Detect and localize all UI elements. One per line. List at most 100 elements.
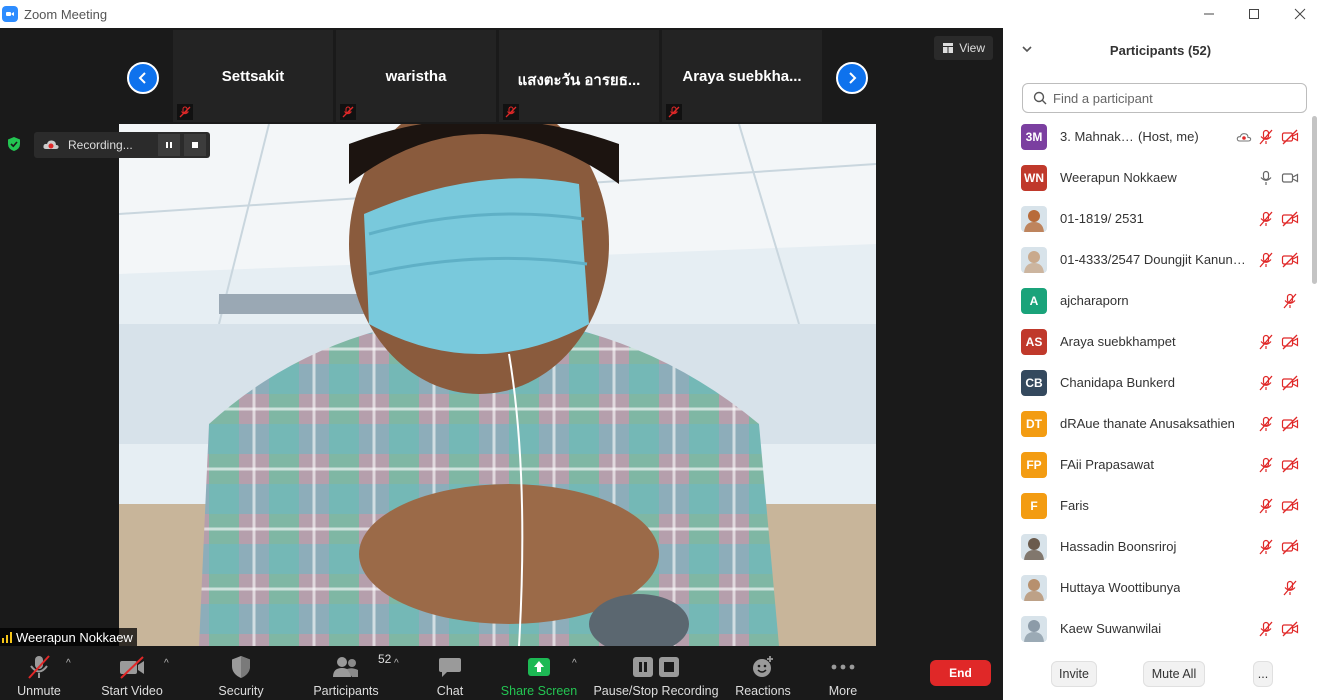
gallery-strip: Settsakit waristha แสงตะวัน อารยธ... Ara… xyxy=(0,28,1003,124)
share-options-caret-icon[interactable]: ^ xyxy=(572,658,577,669)
video-off-icon xyxy=(1281,128,1299,146)
participant-row[interactable]: 01-4333/2547 Doungjit Kanung... xyxy=(1003,239,1313,280)
mic-muted-icon xyxy=(666,104,682,120)
mic-muted-icon[interactable] xyxy=(1257,128,1275,146)
video-options-caret-icon[interactable]: ^ xyxy=(164,658,169,669)
participant-row[interactable]: F Faris xyxy=(1003,485,1313,526)
mic-muted-icon[interactable] xyxy=(1257,374,1275,392)
share-screen-label: Share Screen xyxy=(500,684,578,698)
avatar xyxy=(1021,246,1047,273)
security-label: Security xyxy=(218,684,264,698)
participants-panel-header: Participants (52) xyxy=(1003,28,1318,72)
zoom-window: Zoom Meeting Settsakit waristha แสงตะวัน… xyxy=(0,0,1318,700)
participant-row[interactable]: Kaew Suwanwilai xyxy=(1003,608,1313,646)
participant-name: Faris xyxy=(1060,498,1089,513)
mic-muted-icon[interactable] xyxy=(1257,251,1275,269)
gallery-tile[interactable]: waristha xyxy=(336,30,496,122)
more-button[interactable]: More xyxy=(822,650,864,698)
mic-muted-icon[interactable] xyxy=(1257,497,1275,515)
search-icon xyxy=(1033,91,1047,105)
participant-row[interactable]: WN Weerapun Nokkaew xyxy=(1003,157,1313,198)
mic-muted-icon xyxy=(503,104,519,120)
reactions-button[interactable]: Reactions xyxy=(734,650,792,698)
maximize-button[interactable] xyxy=(1231,0,1277,28)
participant-row[interactable]: Aajcharaporn xyxy=(1003,280,1313,321)
stop-recording-button[interactable] xyxy=(184,134,206,156)
gallery-next-button[interactable] xyxy=(836,62,868,94)
gallery-tile[interactable]: แสงตะวัน อารยธ... xyxy=(499,30,659,122)
avatar: AS xyxy=(1021,328,1047,355)
security-shield-icon xyxy=(230,654,252,680)
mic-muted-icon[interactable] xyxy=(1257,210,1275,228)
chat-button[interactable]: Chat xyxy=(428,650,472,698)
participant-name: ajcharaporn xyxy=(1060,293,1129,308)
mic-muted-icon[interactable] xyxy=(1281,579,1299,597)
participant-list: 3M 3. Mahnakorn U...(Host, me) WN Weerapun … xyxy=(1003,116,1313,646)
participant-row[interactable]: FP FAii Prapasawat xyxy=(1003,444,1313,485)
participant-name: Kaew Suwanwilai xyxy=(1060,621,1162,636)
pause-recording-button[interactable] xyxy=(158,134,180,156)
video-off-icon xyxy=(1281,538,1299,556)
avatar xyxy=(1021,574,1047,601)
recording-indicator: Recording... xyxy=(34,132,210,158)
chevron-left-icon xyxy=(138,72,146,84)
pause-stop-recording-button[interactable]: Pause/Stop Recording xyxy=(593,650,719,698)
mic-muted-icon[interactable] xyxy=(1257,538,1275,556)
encryption-shield-icon[interactable] xyxy=(6,136,22,152)
invite-button[interactable]: Invite xyxy=(1051,661,1097,687)
tile-name: แสงตะวัน อารยธ... xyxy=(517,72,641,89)
avatar: WN xyxy=(1021,164,1047,191)
participant-row[interactable]: 3M 3. Mahnakorn U...(Host, me) xyxy=(1003,116,1313,157)
share-screen-button[interactable]: Share Screen xyxy=(500,650,578,698)
participants-options-caret-icon[interactable]: ^ xyxy=(394,658,399,669)
mute-all-button[interactable]: Mute All xyxy=(1143,661,1205,687)
audio-options-caret-icon[interactable]: ^ xyxy=(66,658,71,669)
mic-muted-icon[interactable] xyxy=(1257,456,1275,474)
chevron-down-icon[interactable] xyxy=(1021,44,1033,54)
avatar: FP xyxy=(1021,451,1047,478)
view-button[interactable]: View xyxy=(934,36,993,60)
gallery-tile[interactable]: Araya suebkha... xyxy=(662,30,822,122)
mic-muted-icon[interactable] xyxy=(1281,292,1299,310)
mic-muted-icon[interactable] xyxy=(1257,333,1275,351)
reactions-emoji-icon xyxy=(751,654,775,680)
participants-button[interactable]: 52 Participants xyxy=(312,650,391,698)
video-off-icon xyxy=(1281,456,1299,474)
mic-muted-icon xyxy=(340,104,356,120)
participant-name: Araya suebkhampet xyxy=(1060,334,1176,349)
participant-search[interactable] xyxy=(1022,83,1307,113)
search-input[interactable] xyxy=(1053,90,1293,106)
minimize-button[interactable] xyxy=(1186,0,1232,28)
window-title: Zoom Meeting xyxy=(24,6,108,22)
video-off-icon xyxy=(1281,415,1299,433)
more-dots-icon xyxy=(831,654,855,680)
gallery-prev-button[interactable] xyxy=(127,62,159,94)
participant-row[interactable]: Hassadin Boonsriroj xyxy=(1003,526,1313,567)
close-button[interactable] xyxy=(1277,0,1318,28)
mic-muted-icon[interactable] xyxy=(1257,415,1275,433)
participant-name: Chanidapa Bunkerd xyxy=(1060,375,1175,390)
participants-icon: 52 xyxy=(332,652,391,680)
participant-row[interactable]: Huttaya Woottibunya xyxy=(1003,567,1313,608)
mic-muted-icon[interactable] xyxy=(1257,620,1275,638)
main-video xyxy=(119,124,876,646)
participants-panel-title: Participants (52) xyxy=(1109,42,1212,58)
cloud-recording-icon xyxy=(43,140,59,149)
participant-row[interactable]: DT dRAue thanate Anusaksathien xyxy=(1003,403,1313,444)
stop-icon xyxy=(192,142,198,148)
panel-more-button[interactable]: ... xyxy=(1253,661,1273,687)
video-off-icon xyxy=(1281,333,1299,351)
participant-list-scrollbar[interactable] xyxy=(1312,116,1317,284)
video-off-icon xyxy=(118,654,146,680)
security-button[interactable]: Security xyxy=(214,650,268,698)
speaker-video-image xyxy=(119,124,876,646)
mic-on-icon[interactable] xyxy=(1257,169,1275,187)
gallery-tile[interactable]: Settsakit xyxy=(173,30,333,122)
start-video-button[interactable]: Start Video xyxy=(98,650,166,698)
avatar: DT xyxy=(1021,410,1047,437)
participant-row[interactable]: CB Chanidapa Bunkerd xyxy=(1003,362,1313,403)
participant-row[interactable]: 01-1819/ 2531 xyxy=(1003,198,1313,239)
end-meeting-button[interactable]: End xyxy=(930,660,991,686)
unmute-button[interactable]: Unmute xyxy=(12,650,66,698)
participant-row[interactable]: AS Araya suebkhampet xyxy=(1003,321,1313,362)
